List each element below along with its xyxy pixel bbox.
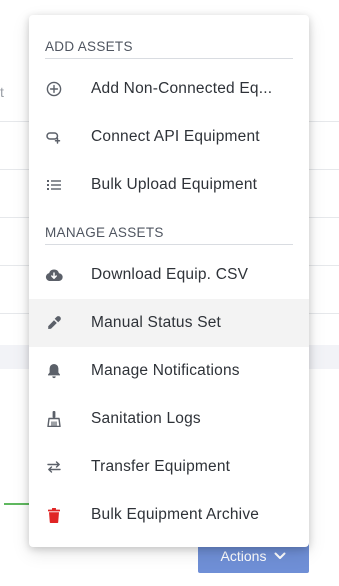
menu-item-label: Add Non-Connected Eq... [91, 80, 273, 97]
transfer-arrows-icon [45, 458, 63, 476]
cloud-download-icon [45, 266, 63, 284]
menu-item-label: Connect API Equipment [91, 128, 260, 145]
menu-item-label: Transfer Equipment [91, 458, 231, 475]
menu-item-download-equip-csv[interactable]: Download Equip. CSV [29, 251, 309, 299]
section-title: ADD ASSETS [45, 39, 133, 54]
menu-item-sanitation-logs[interactable]: Sanitation Logs [29, 395, 309, 443]
menu-item-label: Sanitation Logs [91, 410, 201, 427]
menu-item-manual-status-set[interactable]: Manual Status Set [29, 299, 309, 347]
menu-item-label: Manage Notifications [91, 362, 240, 379]
section-divider [45, 244, 293, 245]
background-column-label: t [0, 84, 4, 100]
trash-icon [45, 506, 63, 524]
menu-item-label: Manual Status Set [91, 314, 222, 331]
menu-item-add-non-connected-equipment[interactable]: Add Non-Connected Eq... [29, 65, 309, 113]
menu-item-label: Bulk Upload Equipment [91, 176, 258, 193]
menu-item-connect-api-equipment[interactable]: Connect API Equipment [29, 113, 309, 161]
cloud-link-icon [45, 128, 63, 146]
menu-item-transfer-equipment[interactable]: Transfer Equipment [29, 443, 309, 491]
actions-button-label: Actions [220, 548, 267, 564]
section-header-manage-assets: MANAGE ASSETS [45, 217, 293, 245]
add-circle-icon [45, 80, 63, 98]
bell-icon [45, 362, 63, 380]
menu-item-label: Bulk Equipment Archive [91, 506, 260, 523]
chevron-down-icon [274, 552, 286, 560]
section-title: MANAGE ASSETS [45, 225, 164, 240]
menu-item-bulk-upload-equipment[interactable]: Bulk Upload Equipment [29, 161, 309, 209]
list-icon [45, 176, 63, 194]
section-divider [45, 58, 293, 59]
menu-item-label: Download Equip. CSV [91, 266, 249, 283]
broom-icon [45, 410, 63, 428]
menu-item-bulk-equipment-archive[interactable]: Bulk Equipment Archive [29, 491, 309, 539]
actions-dropdown-menu: ADD ASSETS Add Non-Connected Eq... Conne… [29, 15, 309, 547]
background-green-line [4, 503, 32, 505]
eyedropper-icon [45, 314, 63, 332]
section-header-add-assets: ADD ASSETS [45, 31, 293, 59]
menu-item-manage-notifications[interactable]: Manage Notifications [29, 347, 309, 395]
